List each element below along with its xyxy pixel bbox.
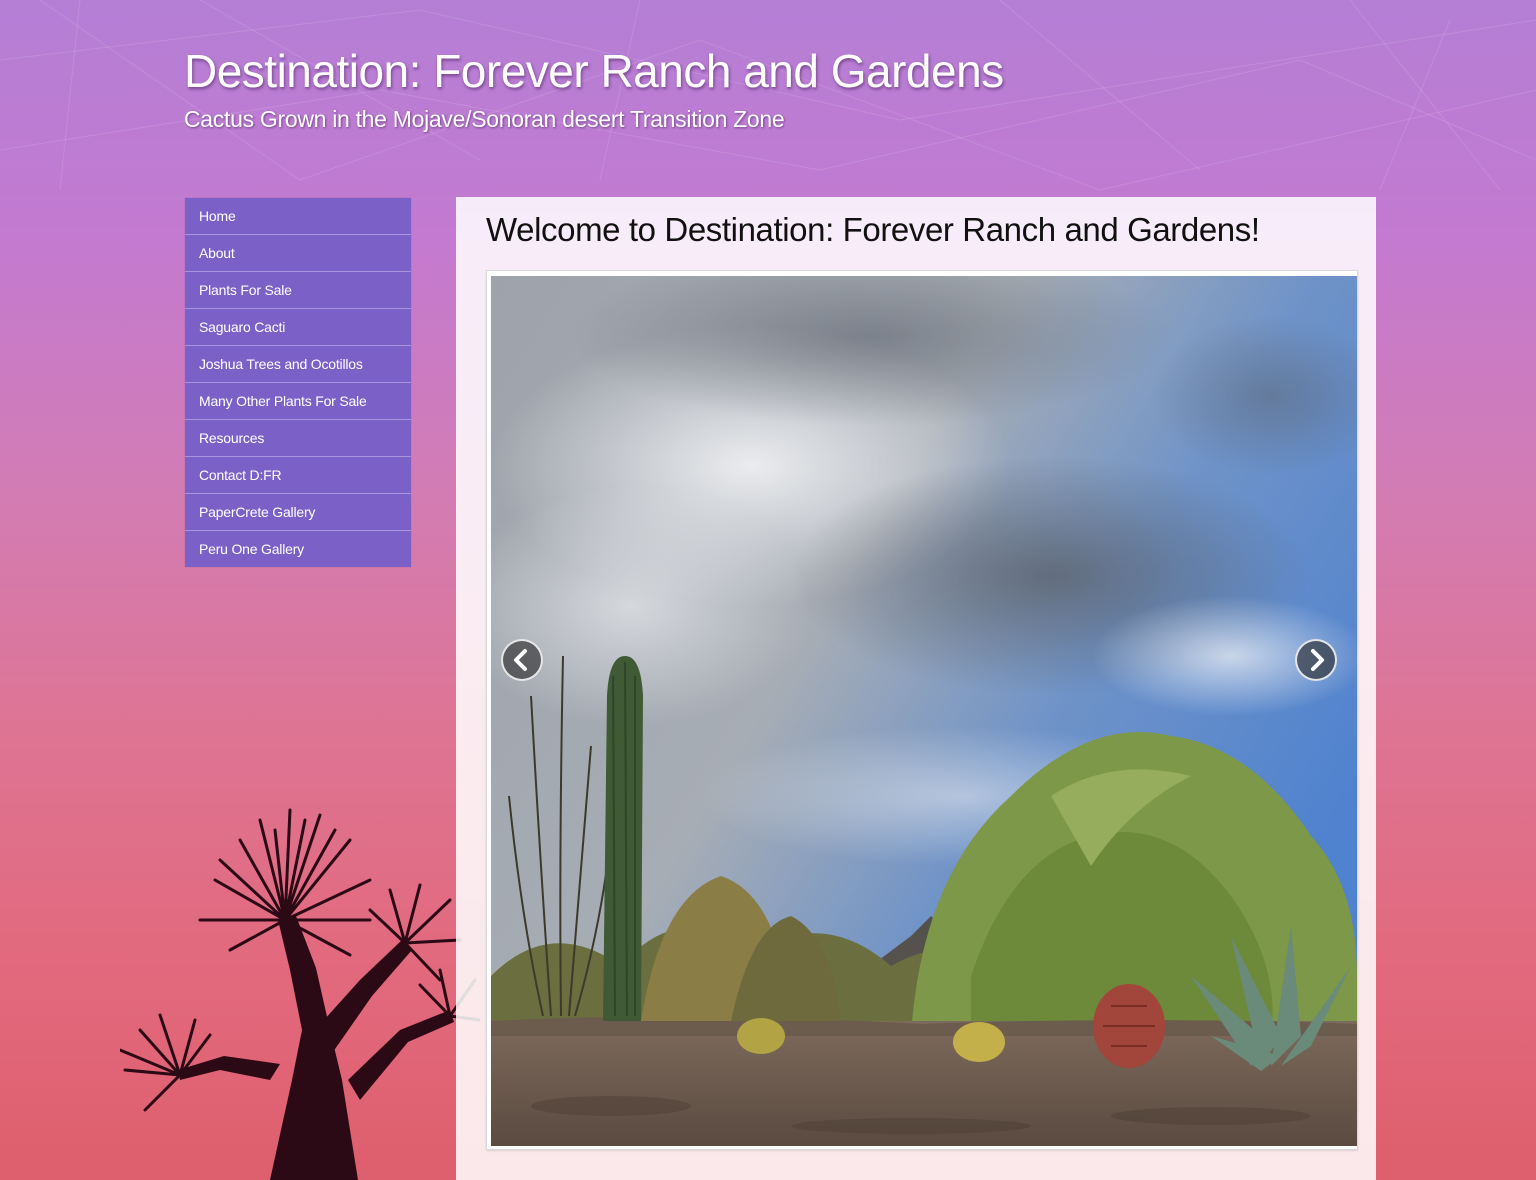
image-slider [486, 270, 1358, 1150]
desert-landscape-photo [491, 276, 1357, 1146]
chevron-left-icon [514, 649, 527, 671]
nav-item-joshua-trees[interactable]: Joshua Trees and Ocotillos [185, 346, 411, 383]
site-tagline: Cactus Grown in the Mojave/Sonoran deser… [184, 106, 785, 132]
nav-item-plants-for-sale[interactable]: Plants For Sale [185, 272, 411, 309]
nav-item-resources[interactable]: Resources [185, 420, 411, 457]
nav-item-contact[interactable]: Contact D:FR [185, 457, 411, 494]
nav-item-saguaro-cacti[interactable]: Saguaro Cacti [185, 309, 411, 346]
nav-item-papercrete-gallery[interactable]: PaperCrete Gallery [185, 494, 411, 531]
joshua-tree-silhouette [120, 808, 480, 1180]
nav-item-peru-one-gallery[interactable]: Peru One Gallery [185, 531, 411, 567]
slider-next-button[interactable] [1295, 639, 1337, 681]
content-panel: Welcome to Destination: Forever Ranch an… [456, 197, 1376, 1180]
site-title[interactable]: Destination: Forever Ranch and Gardens [184, 44, 1004, 98]
slide-image-desert-garden [491, 276, 1357, 1146]
sidebar-nav: Home About Plants For Sale Saguaro Cacti… [185, 198, 411, 567]
nav-item-home[interactable]: Home [185, 198, 411, 235]
chevron-right-icon [1311, 649, 1324, 671]
nav-item-about[interactable]: About [185, 235, 411, 272]
slider-prev-button[interactable] [501, 639, 543, 681]
page-title: Welcome to Destination: Forever Ranch an… [486, 211, 1260, 248]
nav-item-many-other-plants[interactable]: Many Other Plants For Sale [185, 383, 411, 420]
